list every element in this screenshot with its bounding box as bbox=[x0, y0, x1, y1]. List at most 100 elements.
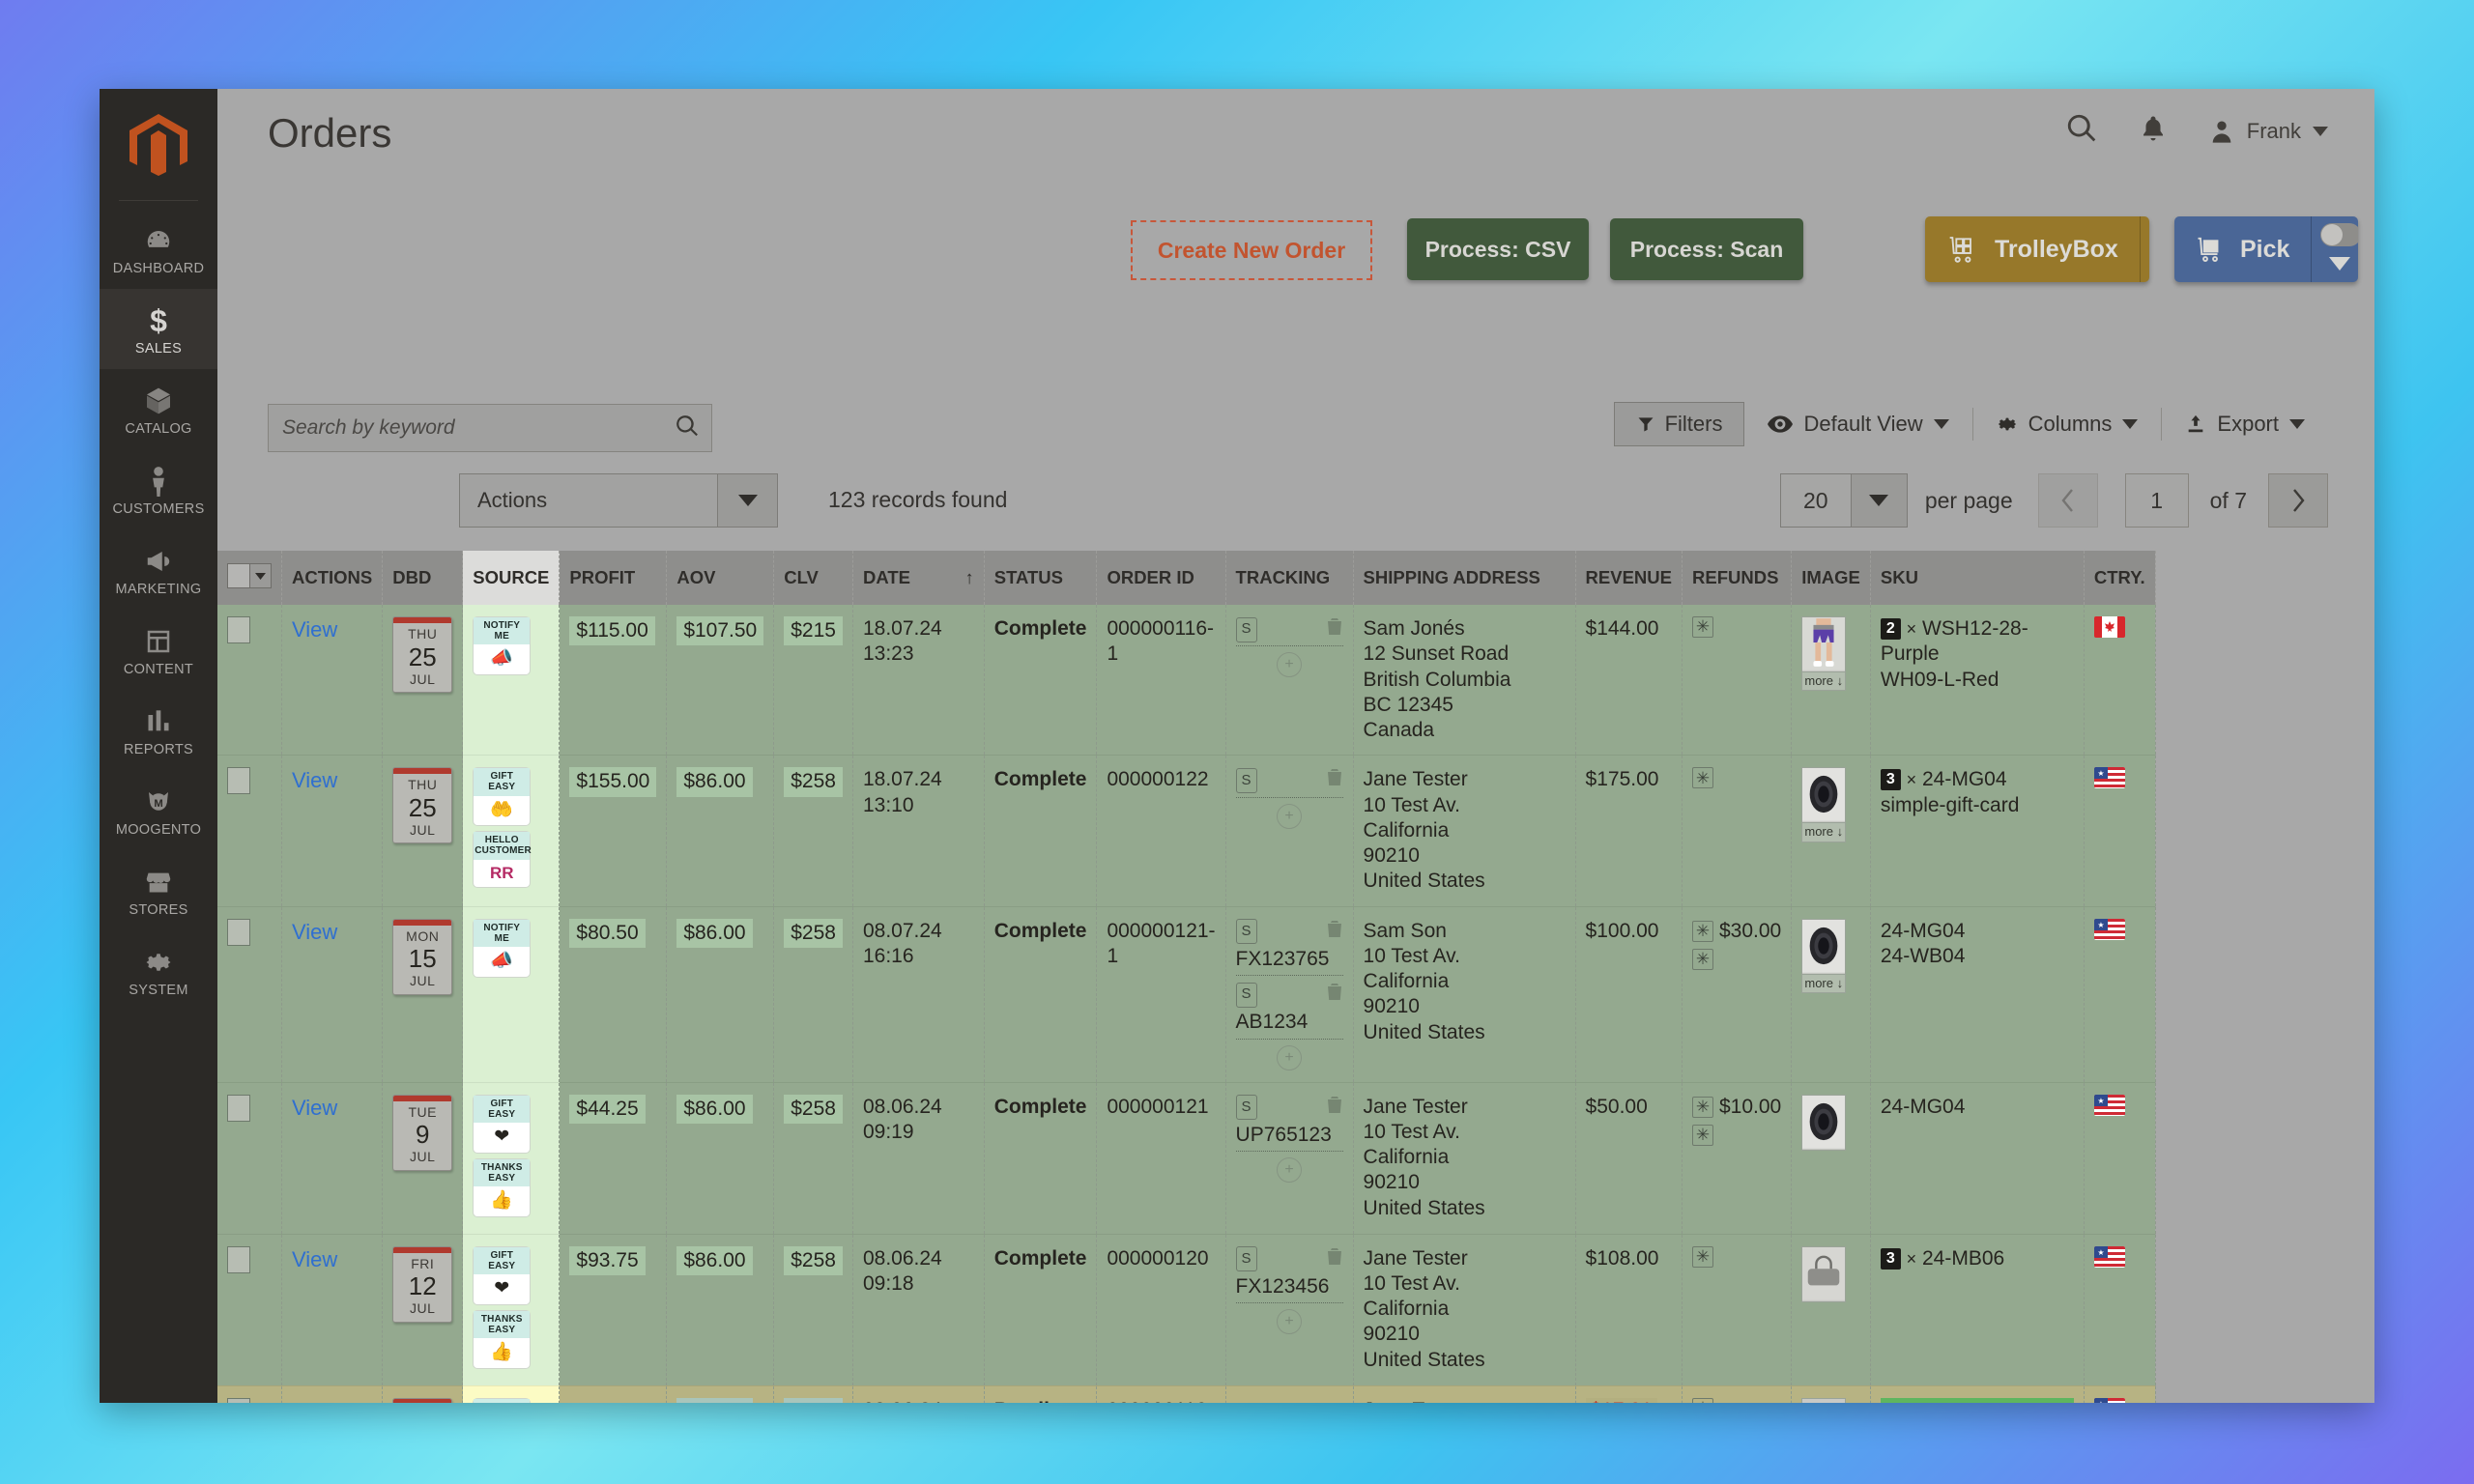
view-link[interactable]: View bbox=[292, 617, 337, 642]
sidebar-item-marketing[interactable]: MARKETING bbox=[100, 529, 217, 610]
source-badge[interactable]: GIFTEASY❤ bbox=[473, 1397, 532, 1403]
column-header-tracking[interactable]: TRACKING bbox=[1225, 551, 1354, 605]
order-id[interactable]: 000000116-1 bbox=[1107, 617, 1214, 665]
add-tracking-button[interactable]: + bbox=[1277, 1157, 1303, 1183]
source-badge[interactable]: HELLO CUSTOMER RR bbox=[473, 831, 532, 888]
delete-icon[interactable] bbox=[1326, 767, 1343, 793]
previous-page-button[interactable] bbox=[2037, 473, 2098, 528]
view-link[interactable]: View bbox=[292, 920, 337, 944]
export-selector[interactable]: Export bbox=[2162, 412, 2328, 437]
sku-code[interactable]: 24-MB01 bbox=[1880, 1397, 2074, 1403]
user-menu[interactable]: Frank bbox=[2208, 118, 2328, 145]
refund-entry[interactable]: ✳ bbox=[1692, 767, 1781, 789]
delete-icon[interactable] bbox=[1326, 919, 1343, 945]
search-icon[interactable] bbox=[2065, 112, 2098, 150]
order-id[interactable]: 000000121 bbox=[1107, 1096, 1208, 1118]
refund-entry[interactable]: ✳ bbox=[1692, 1245, 1781, 1268]
per-page-dropdown[interactable]: 20 bbox=[1779, 473, 1908, 528]
tracking-input-line[interactable] bbox=[1235, 973, 1343, 976]
pick-button[interactable]: Pick bbox=[2174, 216, 2358, 282]
source-badge[interactable]: THANKS EASY 👍 bbox=[473, 1157, 532, 1217]
add-tracking-button[interactable]: + bbox=[1277, 1309, 1303, 1335]
product-thumbnail[interactable] bbox=[1801, 918, 1847, 975]
filters-button[interactable]: Filters bbox=[1613, 402, 1745, 446]
delivery-date-card[interactable]: WED31JUL bbox=[392, 1397, 453, 1403]
sidebar-item-moogento[interactable]: M MOOGENTO bbox=[100, 770, 217, 850]
product-thumbnail[interactable] bbox=[1801, 767, 1847, 824]
table-row[interactable]: View TUE 9 JUL GIFT EASY ❤ THANKS EASY 👍 $44.25 $86… bbox=[217, 1082, 2156, 1235]
delete-icon[interactable] bbox=[1326, 982, 1343, 1008]
table-row[interactable]: View THU 25 JUL NOTIFY ME 📣 $115.00 $107.50 $215 1… bbox=[217, 605, 2156, 756]
tracking-input-line[interactable] bbox=[1235, 643, 1343, 647]
delivery-date-card[interactable]: MON 15 JUL bbox=[392, 918, 453, 995]
source-badge[interactable]: GIFTEASY❤ bbox=[473, 1094, 532, 1154]
refund-entry[interactable]: ✳ $30.00 bbox=[1692, 919, 1781, 944]
create-new-order-button[interactable]: Create New Order bbox=[1131, 220, 1372, 280]
order-id[interactable]: 000000121-1 bbox=[1107, 920, 1215, 967]
view-link[interactable]: View bbox=[292, 1096, 337, 1120]
delete-icon[interactable] bbox=[1326, 616, 1343, 642]
delete-icon[interactable] bbox=[1326, 1246, 1343, 1272]
sidebar-item-customers[interactable]: CUSTOMERS bbox=[100, 449, 217, 529]
column-header-refunds[interactable]: REFUNDS bbox=[1682, 551, 1793, 605]
delivery-date-card[interactable]: THU 25 JUL bbox=[392, 767, 453, 844]
more-images-button[interactable]: more ↓ bbox=[1801, 672, 1847, 692]
sidebar-item-dashboard[interactable]: DASHBOARD bbox=[100, 209, 217, 289]
row-checkbox[interactable] bbox=[227, 1245, 250, 1273]
delivery-date-card[interactable]: TUE 9 JUL bbox=[392, 1094, 453, 1171]
trolleybox-dropdown[interactable] bbox=[2139, 216, 2149, 282]
product-thumbnail[interactable] bbox=[1801, 1397, 1847, 1403]
order-id[interactable]: 000000119 bbox=[1107, 1399, 1207, 1403]
carrier-badge[interactable]: S bbox=[1235, 616, 1257, 642]
source-badge[interactable]: GIFT EASY 🤲 bbox=[473, 767, 532, 827]
view-link[interactable]: View bbox=[292, 1399, 337, 1403]
sku-code[interactable]: 24-WB04 bbox=[1881, 945, 1966, 967]
column-header-status[interactable]: STATUS bbox=[984, 551, 1098, 605]
search-submit-icon[interactable] bbox=[663, 414, 711, 443]
product-thumbnail[interactable] bbox=[1801, 616, 1847, 672]
sidebar-item-sales[interactable]: $ SALES bbox=[100, 289, 217, 369]
row-checkbox[interactable] bbox=[227, 918, 250, 946]
table-row[interactable]: View FRI 12 JUL GIFT EASY ❤ THANKS EASY 👍 $93.75 $8… bbox=[217, 1234, 2156, 1386]
carrier-badge[interactable]: S bbox=[1235, 1246, 1257, 1272]
search-input[interactable] bbox=[269, 416, 663, 440]
search-box[interactable] bbox=[268, 404, 712, 452]
tracking-number[interactable]: FX123765 bbox=[1236, 947, 1343, 972]
delivery-date-card[interactable]: FRI 12 JUL bbox=[392, 1245, 453, 1323]
more-images-button[interactable]: more ↓ bbox=[1801, 823, 1847, 842]
column-header-image[interactable]: IMAGE bbox=[1791, 551, 1871, 605]
table-row[interactable]: View MON 15 JUL NOTIFY ME 📣 $80.50 $86.00 $258 08.… bbox=[217, 906, 2156, 1083]
add-tracking-button[interactable]: + bbox=[1277, 1044, 1303, 1070]
row-checkbox[interactable] bbox=[227, 616, 250, 643]
column-header-actions[interactable]: ACTIONS bbox=[281, 551, 384, 605]
trolleybox-main[interactable]: TrolleyBox bbox=[1925, 216, 2140, 282]
default-view-selector[interactable]: Default View bbox=[1744, 412, 1971, 437]
chevron-down-icon[interactable] bbox=[1850, 474, 1907, 527]
source-badge[interactable]: NOTIFY ME 📣 bbox=[473, 918, 532, 978]
column-header-date[interactable]: DATE ↑ bbox=[852, 551, 985, 605]
product-thumbnail[interactable] bbox=[1801, 1245, 1847, 1302]
delete-icon[interactable] bbox=[1326, 1095, 1343, 1121]
sidebar-item-content[interactable]: CONTENT bbox=[100, 610, 217, 690]
more-images-button[interactable]: more ↓ bbox=[1801, 974, 1847, 993]
table-row[interactable]: View THU 25 JUL GIFT EASY 🤲 HELLO CUSTOMER RR $155… bbox=[217, 755, 2156, 907]
tracking-number[interactable]: AB1234 bbox=[1236, 1010, 1343, 1035]
add-tracking-button[interactable]: + bbox=[1277, 803, 1303, 829]
pick-toggle[interactable] bbox=[2320, 223, 2358, 246]
column-header-dbd[interactable]: DBD bbox=[382, 551, 464, 605]
column-header-order-id[interactable]: ORDER ID bbox=[1096, 551, 1226, 605]
sku-code[interactable]: 24-MG04 bbox=[1881, 920, 1966, 942]
tracking-number[interactable]: FX123456 bbox=[1236, 1274, 1343, 1299]
refund-entry[interactable]: ✳ bbox=[1692, 1124, 1781, 1146]
add-tracking-button[interactable]: + bbox=[1277, 652, 1303, 678]
tracking-number[interactable]: UP765123 bbox=[1236, 1123, 1343, 1148]
pick-dropdown[interactable] bbox=[2311, 216, 2358, 282]
carrier-badge[interactable]: S bbox=[1235, 919, 1257, 945]
column-header-profit[interactable]: PROFIT bbox=[559, 551, 668, 605]
refund-entry[interactable]: ✳ bbox=[1692, 948, 1781, 970]
sidebar-item-reports[interactable]: REPORTS bbox=[100, 690, 217, 770]
trolleybox-button[interactable]: TrolleyBox bbox=[1925, 216, 2149, 282]
sidebar-item-system[interactable]: SYSTEM bbox=[100, 930, 217, 1011]
tracking-input-line[interactable] bbox=[1235, 1300, 1343, 1304]
row-checkbox[interactable] bbox=[227, 1397, 250, 1403]
